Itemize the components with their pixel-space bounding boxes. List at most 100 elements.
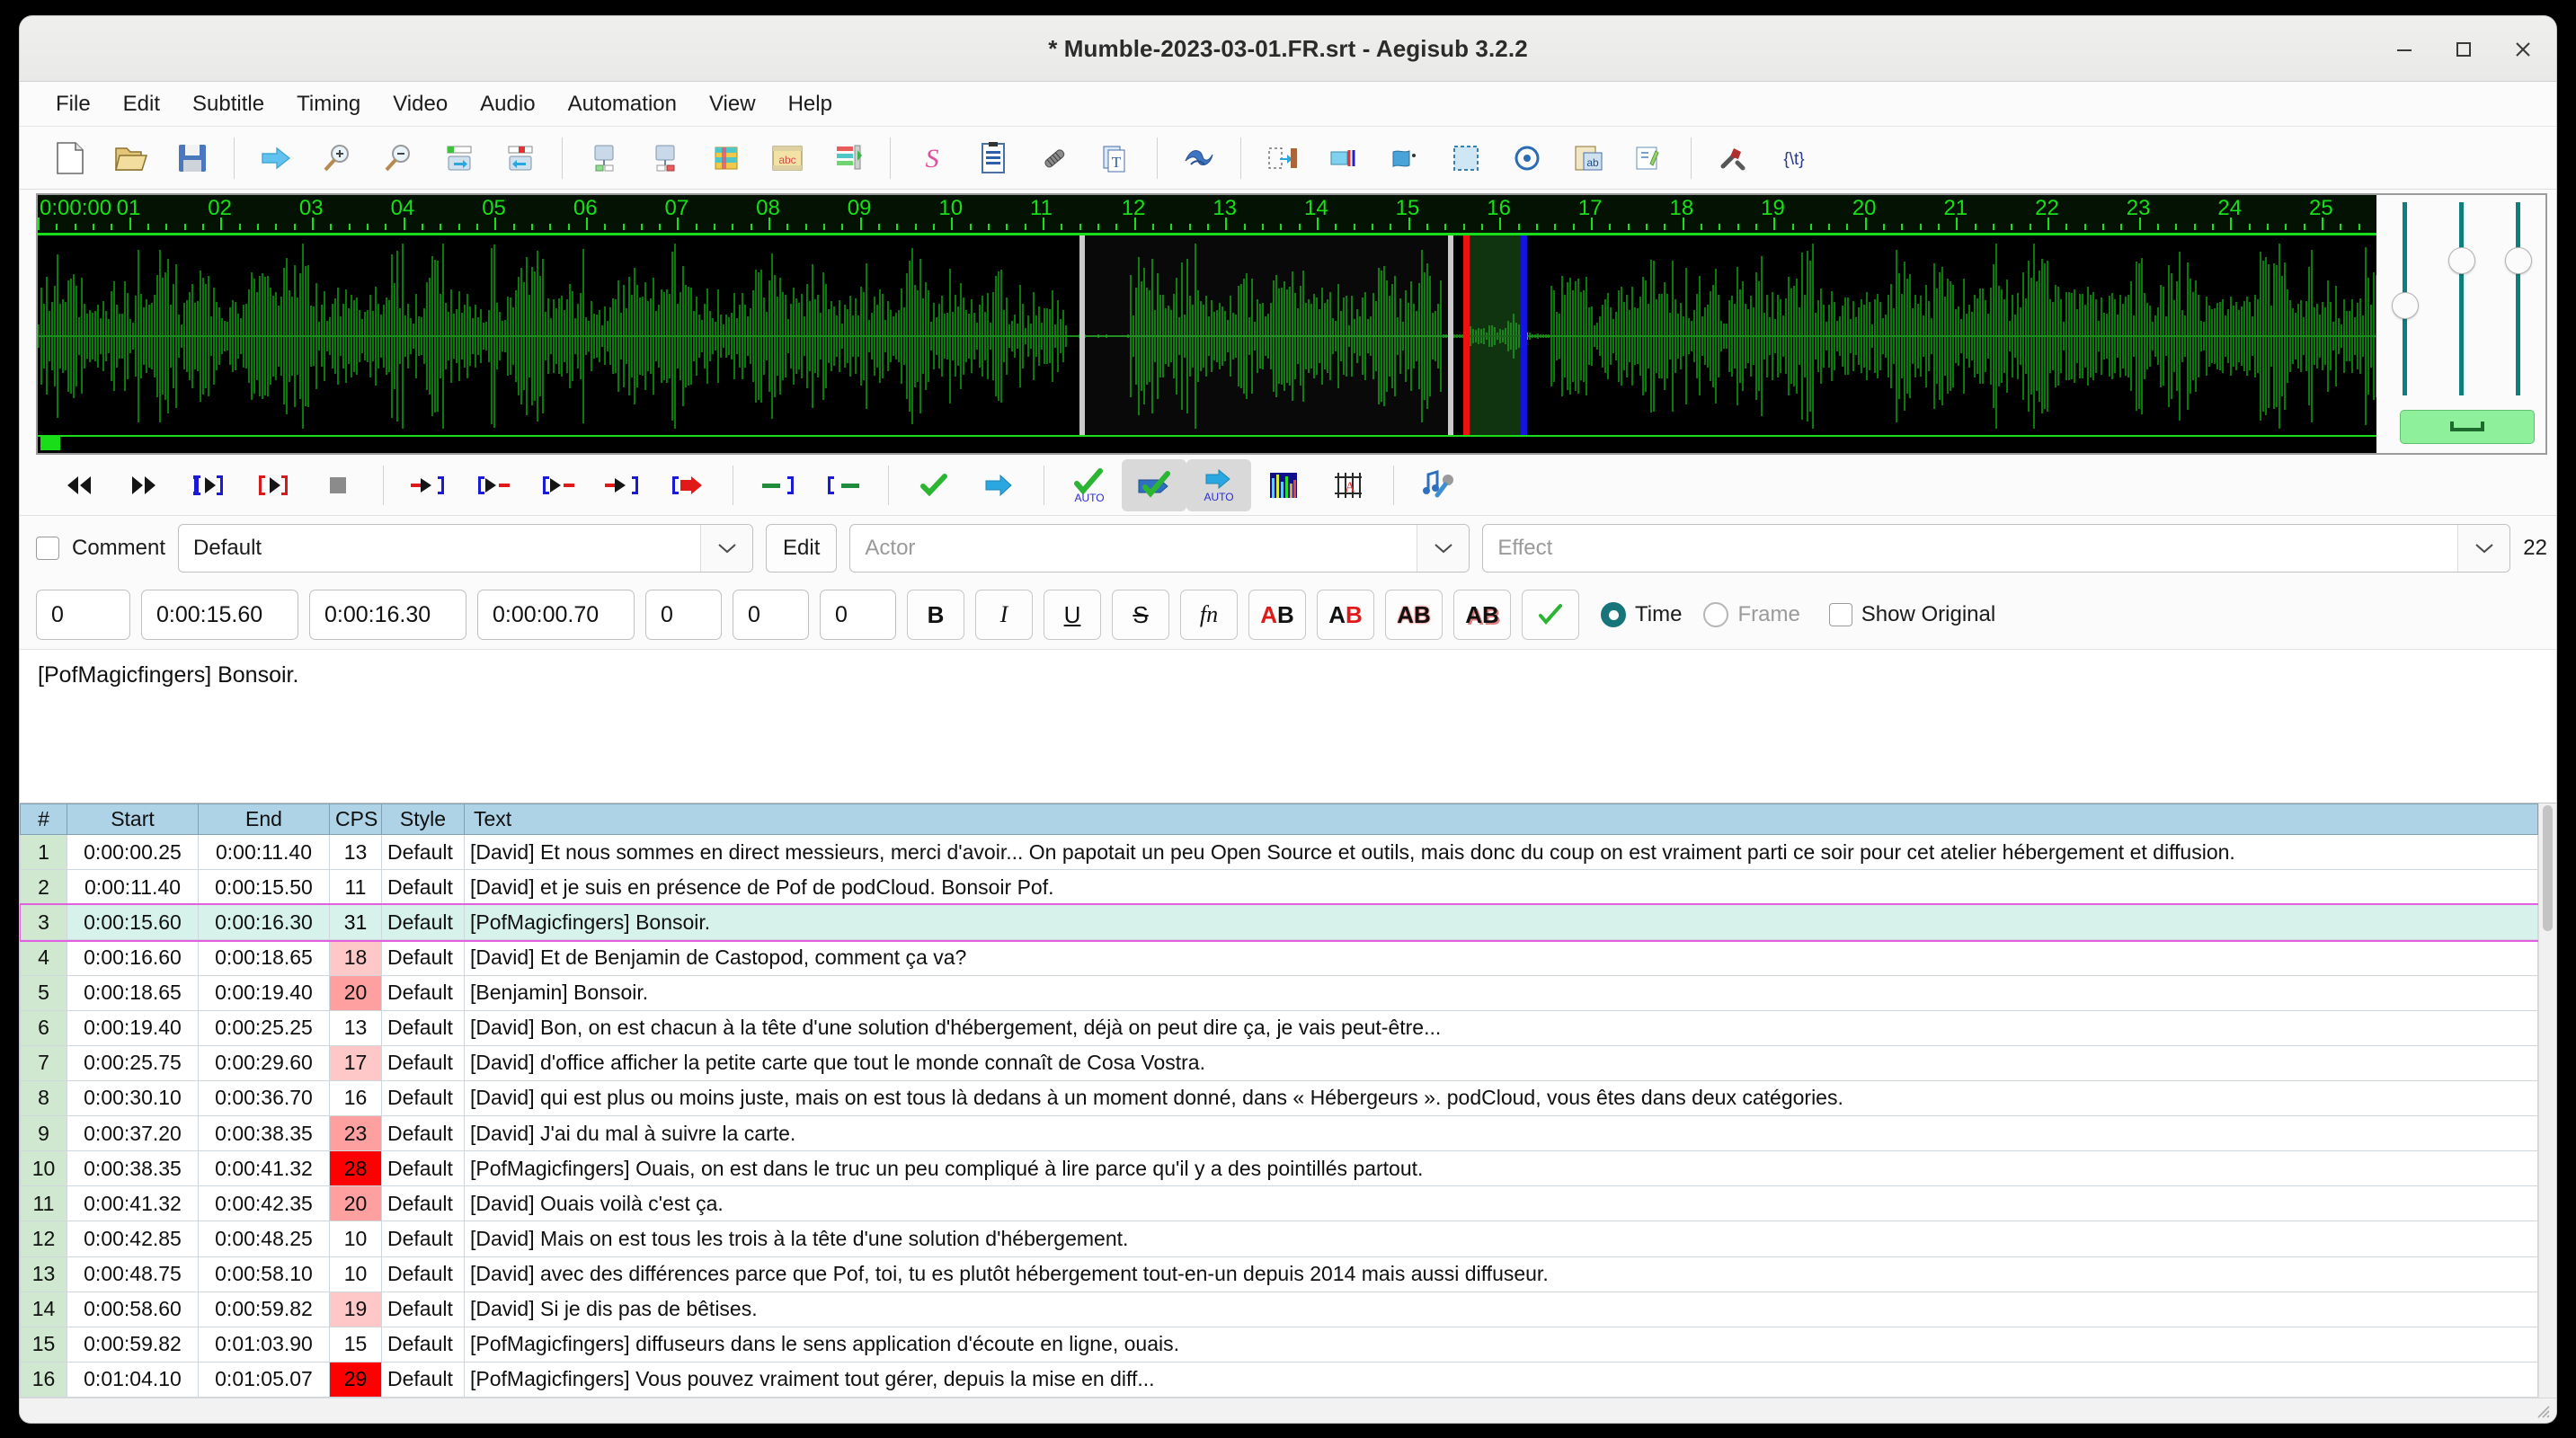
col-header-end[interactable]: End	[198, 803, 330, 835]
play-selection-icon[interactable]	[176, 459, 241, 511]
menu-edit[interactable]: Edit	[107, 86, 176, 122]
table-row[interactable]: 9 0:00:37.20 0:00:38.35 23 Default [David] J'…	[20, 1114, 2538, 1152]
table-row[interactable]: 6 0:00:19.40 0:00:25.25 13 Default [David] Bo…	[20, 1009, 2538, 1046]
layer-field[interactable]: 0	[36, 590, 130, 640]
styling-assistant-icon[interactable]	[1619, 130, 1680, 186]
go-to-next-line-icon[interactable]	[966, 459, 1031, 511]
menu-timing[interactable]: Timing	[280, 86, 377, 122]
start-time-field[interactable]: 0:00:15.60	[141, 590, 298, 640]
table-row[interactable]: 5 0:00:18.65 0:00:19.40 20 Default [Benjamin]…	[20, 974, 2538, 1011]
secondary-color-button[interactable]: AB	[1317, 590, 1374, 640]
new-subtitles-icon[interactable]	[40, 130, 101, 186]
open-subtitles-icon[interactable]	[101, 130, 162, 186]
snap-end-to-video-icon[interactable]	[1374, 130, 1435, 186]
minimize-icon[interactable]	[2387, 32, 2421, 67]
table-row[interactable]: 12 0:00:42.85 0:00:48.25 10 Default [David] M…	[20, 1221, 2538, 1257]
styles-manager-icon[interactable]	[696, 130, 757, 186]
properties-before-icon[interactable]	[573, 130, 635, 186]
duration-field[interactable]: 0:00:00.70	[477, 590, 635, 640]
time-radio-group[interactable]: Time	[1601, 602, 1682, 627]
stop-playback-icon[interactable]	[306, 459, 370, 511]
audio-scrollbar[interactable]	[38, 435, 2376, 453]
resample-icon[interactable]	[1168, 130, 1230, 186]
effect-combo[interactable]: Effect	[1482, 524, 2511, 573]
play-500ms-before-start-icon[interactable]	[396, 459, 461, 511]
menu-automation[interactable]: Automation	[552, 86, 693, 122]
table-row[interactable]: 14 0:00:58.60 0:00:59.82 19 Default [David] S…	[20, 1291, 2538, 1327]
snap-start-to-video-icon[interactable]	[1313, 130, 1374, 186]
actor-input[interactable]: Actor	[850, 536, 1417, 561]
timing-postprocessor-icon[interactable]	[818, 130, 879, 186]
audio-waveform-display[interactable]: 0:00:00 01 02 03 04 05 06 07 08 09 10 11 12 13 14 15 16 1…	[36, 193, 2376, 455]
play-original-line-icon[interactable]	[241, 459, 306, 511]
menu-audio[interactable]: Audio	[464, 86, 551, 122]
paste-over-icon[interactable]: ab	[1558, 130, 1619, 186]
col-header-cps[interactable]: CPS	[329, 803, 382, 835]
actor-combo[interactable]: Actor	[849, 524, 1470, 573]
style-combo[interactable]: Default	[178, 524, 754, 573]
table-row[interactable]: 16 0:01:04.10 0:01:05.07 29 Default [PofMagic…	[20, 1361, 2538, 1398]
grid-scrollbar-thumb[interactable]	[2543, 805, 2553, 931]
menu-view[interactable]: View	[693, 86, 772, 122]
subtitle-text-editor[interactable]: [PofMagicfingers] Bonsoir.	[20, 649, 2556, 803]
strikeout-button[interactable]: S	[1112, 590, 1169, 640]
volume-slider[interactable]	[2500, 202, 2536, 395]
frame-radio[interactable]	[1703, 602, 1729, 627]
margin-left-field[interactable]: 0	[645, 590, 722, 640]
chevron-down-icon[interactable]	[700, 525, 753, 572]
horizontal-zoom-slider[interactable]	[2386, 202, 2422, 395]
italic-button[interactable]: I	[975, 590, 1033, 640]
karaoke-mode-icon[interactable]	[1407, 459, 1471, 511]
auto-scroll-audio-icon[interactable]: AUTO	[1186, 458, 1251, 511]
table-row[interactable]: 7 0:00:25.75 0:00:29.60 17 Default [David] d'…	[20, 1044, 2538, 1081]
grid-vertical-scrollbar[interactable]	[2538, 803, 2556, 1398]
play-500ms-after-start-icon[interactable]	[461, 459, 526, 511]
menu-file[interactable]: File	[40, 86, 107, 122]
commit-and-go-next-icon[interactable]	[746, 459, 811, 511]
comment-checkbox[interactable]	[36, 537, 59, 560]
translation-assistant-icon[interactable]	[963, 130, 1024, 186]
fonts-collector-icon[interactable]: T	[1085, 130, 1146, 186]
maximize-icon[interactable]	[2447, 32, 2481, 67]
margin-right-field[interactable]: 0	[733, 590, 809, 640]
outline-color-button[interactable]: AB	[1385, 590, 1443, 640]
audio-scrollbar-thumb[interactable]	[40, 437, 60, 450]
slider-thumb[interactable]	[2392, 292, 2420, 319]
keyframes-icon[interactable]: A	[1316, 459, 1381, 511]
cycle-active-line-icon[interactable]	[1497, 130, 1558, 186]
close-icon[interactable]	[2506, 32, 2540, 67]
edit-style-button[interactable]: Edit	[766, 524, 838, 573]
col-header-style[interactable]: Style	[381, 803, 465, 835]
table-row[interactable]: 15 0:00:59.82 0:01:03.90 15 Default [PofMagic…	[20, 1326, 2538, 1363]
table-row[interactable]: 1 0:00:00.25 0:00:11.40 13 Default [David] Et…	[20, 833, 2538, 871]
show-original-checkbox[interactable]	[1828, 603, 1852, 626]
jump-to-icon[interactable]	[245, 130, 306, 186]
play-previous-line-icon[interactable]	[47, 459, 111, 511]
options-icon[interactable]	[1702, 130, 1763, 186]
table-row[interactable]: 4 0:00:16.60 0:00:18.65 18 Default [David] Et…	[20, 939, 2538, 976]
spell-checker-icon[interactable]: S	[902, 130, 963, 186]
shift-by-time-icon[interactable]	[1252, 130, 1313, 186]
waveform-canvas[interactable]	[38, 235, 2376, 437]
menu-video[interactable]: Video	[377, 86, 464, 122]
effect-input[interactable]: Effect	[1483, 536, 2457, 561]
play-to-end-of-file-icon[interactable]	[655, 459, 720, 511]
play-500ms-after-end-icon[interactable]	[591, 459, 655, 511]
slider-thumb[interactable]	[2504, 247, 2532, 274]
primary-color-button[interactable]: AB	[1248, 590, 1306, 640]
zoom-out-icon[interactable]	[368, 130, 429, 186]
table-row[interactable]: 13 0:00:48.75 0:00:58.10 10 Default [David] a…	[20, 1256, 2538, 1292]
table-row[interactable]: 10 0:00:38.35 0:00:41.32 28 Default [PofMagic…	[20, 1150, 2538, 1187]
commit-on-next-line-icon[interactable]	[1122, 458, 1186, 511]
table-row[interactable]: 3 0:00:15.60 0:00:16.30 31 Default [PofMagicf…	[20, 902, 2540, 942]
bold-button[interactable]: B	[907, 590, 964, 640]
vertical-zoom-slider[interactable]	[2443, 202, 2479, 395]
slider-thumb[interactable]	[2447, 247, 2475, 274]
chevron-down-icon[interactable]	[1417, 525, 1470, 572]
save-subtitles-icon[interactable]	[162, 130, 223, 186]
underline-button[interactable]: U	[1044, 590, 1101, 640]
spectrum-analyzer-icon[interactable]	[1251, 459, 1316, 511]
go-to-selection-icon[interactable]	[811, 459, 875, 511]
col-header-text[interactable]: Text	[464, 803, 2538, 835]
link-volume-button[interactable]	[2400, 410, 2535, 444]
